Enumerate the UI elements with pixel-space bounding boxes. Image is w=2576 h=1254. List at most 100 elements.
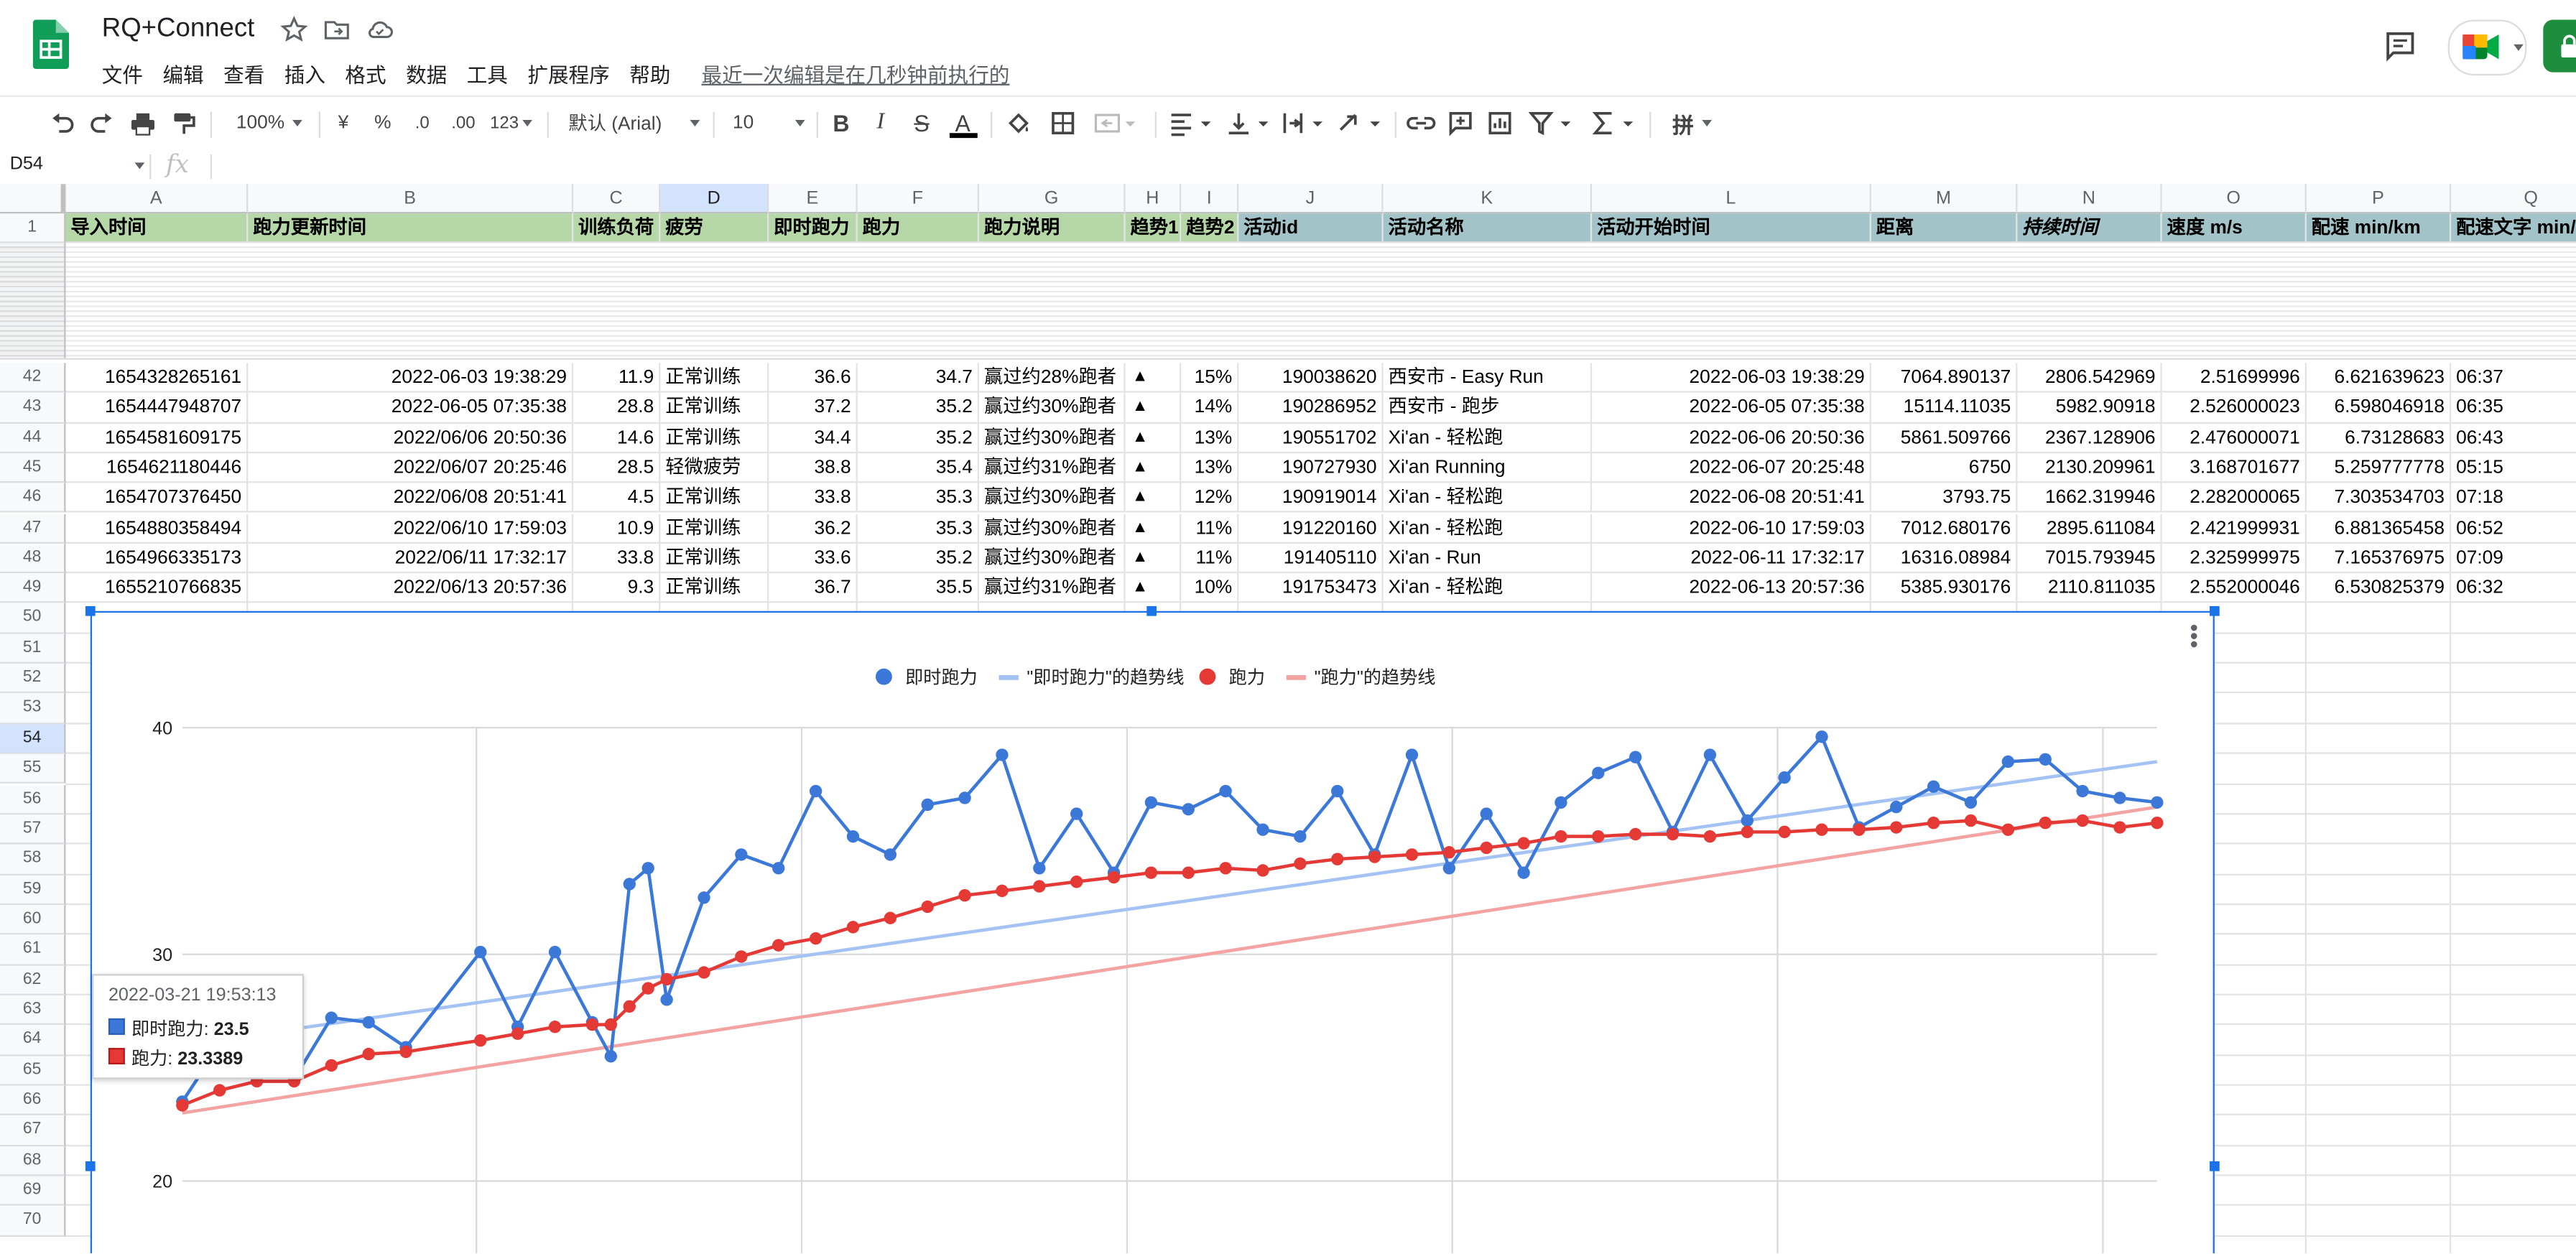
table-cell[interactable]: 7.303534703 — [2306, 483, 2452, 514]
data-point[interactable] — [1778, 825, 1791, 839]
row-header[interactable]: 49 — [0, 573, 66, 604]
zoom-select[interactable]: 100% — [231, 107, 307, 140]
header-cell[interactable]: 跑力说明 — [979, 213, 1126, 243]
table-cell[interactable]: 正常训练 — [660, 393, 769, 424]
table-cell[interactable]: 2130.209961 — [2017, 452, 2162, 483]
increase-decimal-button[interactable]: .00 — [447, 107, 480, 140]
column-header-q[interactable]: Q — [2451, 184, 2576, 214]
text-color-button[interactable]: A — [948, 107, 977, 140]
table-cell[interactable]: Xi'an Running — [1383, 452, 1593, 483]
table-cell[interactable]: 2022-06-05 07:35:38 — [248, 393, 574, 424]
decrease-decimal-button[interactable]: .0 — [409, 107, 435, 140]
data-point[interactable] — [1219, 784, 1232, 798]
data-point[interactable] — [1592, 830, 1605, 843]
row-header[interactable]: 70 — [0, 1206, 66, 1237]
table-cell[interactable]: 11% — [1181, 513, 1239, 544]
table-cell[interactable]: 2022/06/07 20:25:46 — [248, 452, 574, 483]
table-cell[interactable]: 赢过约31%跑者 — [979, 573, 1126, 604]
data-point[interactable] — [1628, 751, 1642, 763]
column-header-e[interactable]: E — [769, 184, 858, 214]
row-header[interactable]: 52 — [0, 664, 66, 695]
row-header[interactable]: 50 — [0, 603, 66, 634]
table-cell[interactable]: 190551702 — [1238, 423, 1384, 453]
data-point[interactable] — [735, 848, 748, 861]
header-cell[interactable]: 训练负荷 — [573, 213, 661, 243]
table-cell[interactable]: 1654581609175 — [65, 423, 249, 453]
undo-icon[interactable] — [50, 107, 76, 140]
table-cell[interactable]: 2367.128906 — [2017, 423, 2162, 453]
table-cell[interactable]: 06:32 — [2451, 573, 2576, 604]
column-header-l[interactable]: L — [1592, 184, 1871, 214]
data-point[interactable] — [1927, 780, 1940, 793]
table-cell[interactable]: Xi'an - 轻松跑 — [1383, 483, 1593, 514]
table-cell[interactable]: 正常训练 — [660, 573, 769, 604]
table-cell[interactable]: 28.8 — [573, 393, 661, 424]
table-cell[interactable]: 2.325999975 — [2162, 543, 2307, 574]
data-point[interactable] — [1144, 796, 1158, 809]
data-point[interactable] — [474, 1034, 487, 1047]
table-cell[interactable]: 14.6 — [573, 423, 661, 453]
table-cell[interactable]: 36.2 — [769, 513, 858, 544]
select-all-corner[interactable] — [0, 184, 66, 214]
table-cell[interactable]: 06:52 — [2451, 514, 2576, 544]
table-cell[interactable]: 11% — [1181, 543, 1239, 574]
header-cell[interactable]: 趋势2 — [1181, 213, 1239, 243]
table-cell[interactable]: 6750 — [1871, 452, 2018, 483]
table-cell[interactable]: 2022-06-05 07:35:38 — [1592, 393, 1871, 424]
data-point[interactable] — [641, 862, 654, 875]
table-cell[interactable]: 1654328265161 — [65, 363, 249, 394]
table-cell[interactable]: ▲ — [1125, 363, 1182, 394]
font-family-select[interactable]: 默认 (Arial) — [568, 107, 700, 140]
table-cell[interactable]: 5982.90918 — [2017, 393, 2162, 424]
column-header-o[interactable]: O — [2162, 184, 2307, 214]
legend-trend-instant[interactable]: "即时跑力"的趋势线 — [999, 664, 1184, 690]
table-cell[interactable]: 35.5 — [857, 573, 980, 604]
table-cell[interactable]: 35.2 — [857, 423, 980, 453]
header-cell[interactable]: 配速文字 min/km — [2451, 213, 2576, 243]
move-folder-icon[interactable] — [322, 15, 351, 45]
table-cell[interactable]: 正常训练 — [660, 423, 769, 453]
data-point[interactable] — [772, 939, 785, 952]
table-cell[interactable]: 37.2 — [769, 393, 858, 424]
table-cell[interactable]: 5.259777778 — [2306, 452, 2452, 483]
table-cell[interactable]: 190919014 — [1238, 483, 1384, 514]
row-header[interactable]: 45 — [0, 452, 66, 483]
table-cell[interactable]: 06:35 — [2451, 393, 2576, 424]
table-cell[interactable]: ▲ — [1125, 513, 1182, 544]
table-cell[interactable]: 2.526000023 — [2162, 393, 2307, 424]
table-cell[interactable]: 16316.08984 — [1871, 543, 2018, 574]
data-point[interactable] — [213, 1084, 226, 1097]
data-point[interactable] — [1815, 823, 1828, 836]
data-point[interactable] — [698, 891, 710, 904]
table-cell[interactable]: ▲ — [1125, 452, 1182, 483]
table-cell[interactable]: 33.8 — [769, 483, 858, 514]
table-cell[interactable]: Xi'an - 轻松跑 — [1383, 513, 1593, 544]
data-point[interactable] — [809, 932, 823, 945]
table-cell[interactable]: 190727930 — [1238, 452, 1384, 483]
row-header[interactable]: 51 — [0, 633, 66, 664]
data-point[interactable] — [1964, 796, 1978, 809]
table-cell[interactable]: 3793.75 — [1871, 483, 2018, 514]
data-point[interactable] — [1294, 857, 1307, 870]
table-cell[interactable]: Xi'an - Run — [1383, 543, 1593, 574]
table-cell[interactable]: 正常训练 — [660, 363, 769, 394]
data-point[interactable] — [1703, 748, 1717, 761]
document-title[interactable]: RQ+Connect — [102, 15, 255, 45]
header-cell[interactable]: 即时跑力 — [769, 213, 858, 243]
table-cell[interactable]: 35.3 — [857, 513, 980, 544]
data-point[interactable] — [1517, 866, 1530, 879]
data-point[interactable] — [176, 1099, 189, 1112]
data-point[interactable] — [1368, 850, 1381, 863]
table-cell[interactable]: 1655210766835 — [65, 573, 249, 604]
data-point[interactable] — [2113, 821, 2126, 834]
table-cell[interactable]: 05:15 — [2451, 453, 2576, 483]
table-cell[interactable]: 6.881365458 — [2306, 513, 2452, 544]
column-header-d[interactable]: D — [660, 184, 769, 214]
table-cell[interactable]: 1654621180446 — [65, 452, 249, 483]
data-point[interactable] — [1144, 866, 1158, 879]
data-point[interactable] — [2151, 796, 2164, 809]
data-point[interactable] — [884, 848, 897, 861]
table-cell[interactable]: 赢过约28%跑者 — [979, 363, 1126, 394]
header-cell[interactable]: 导入时间 — [65, 213, 249, 243]
table-cell[interactable]: 西安市 - Easy Run — [1383, 363, 1593, 394]
